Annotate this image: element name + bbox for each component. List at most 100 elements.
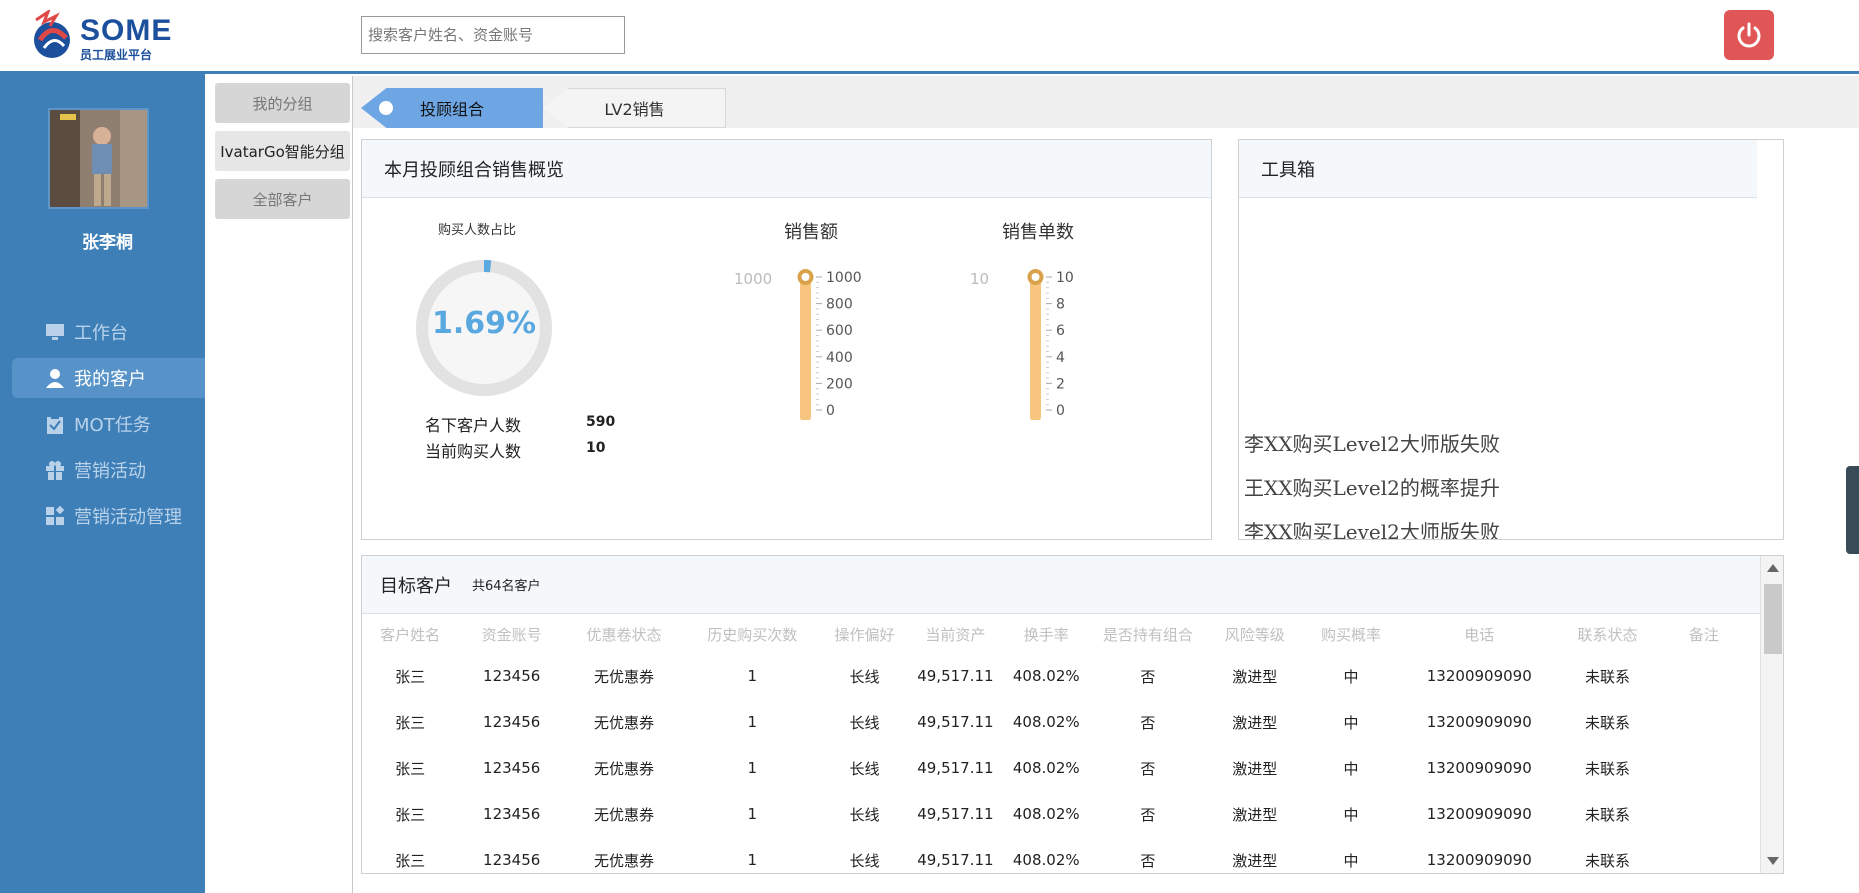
table-cell: 中 bbox=[1343, 805, 1359, 824]
sales-amount-gauge: 1000 1000 800 600 400 200 0 bbox=[734, 269, 862, 420]
table-row[interactable]: 张三 123456 无优惠券 1 长线 49,517.11 408.02% 否 激进型 中 1320… bbox=[362, 699, 1752, 745]
column-header[interactable]: 是否持有组合 bbox=[1089, 615, 1207, 653]
nav-item-workbench[interactable]: 工作台 bbox=[12, 312, 205, 352]
group-ivatargo[interactable]: IvatarGo智能分组 bbox=[215, 131, 350, 171]
table-cell: 123456 bbox=[483, 851, 541, 869]
table-row[interactable]: 张三 123456 无优惠券 1 长线 49,517.11 408.02% 否 激进型 中 1320… bbox=[362, 653, 1752, 699]
table-cell: 无优惠券 bbox=[593, 851, 654, 870]
table-cell: 中 bbox=[1343, 713, 1359, 732]
monitor-icon bbox=[46, 324, 64, 340]
toolbox-line: 王XX购买Level2的概率提升 bbox=[1244, 476, 1500, 500]
tab-portfolio[interactable]: 投顾组合 bbox=[361, 88, 543, 128]
tab-bar: 投顾组合 LV2销售 bbox=[353, 76, 1859, 128]
nav-item-mot-tasks[interactable]: MOT任务 bbox=[12, 404, 205, 444]
table-cell: 49,517.11 bbox=[917, 759, 994, 777]
column-header[interactable]: 风险等级 bbox=[1207, 615, 1303, 653]
target-customers-panel: 目标客户 共64名客户 客户姓名 资金账号 优惠卷状态 历史购买次数 操作偏好 当前资产换… bbox=[361, 555, 1784, 874]
column-header[interactable]: 历史购买次数 bbox=[683, 615, 822, 653]
panel-title: 本月投顾组合销售概览 bbox=[362, 140, 1211, 198]
table-row[interactable]: 张三 123456 无优惠券 1 长线 49,517.11 408.02% 否 激进型 中 1320… bbox=[362, 791, 1752, 837]
table-cell: 未联系 bbox=[1585, 759, 1631, 778]
avatar-photo bbox=[50, 110, 147, 207]
gift-icon bbox=[46, 461, 64, 480]
nav-label: 工作台 bbox=[74, 323, 128, 344]
sales-count-bar bbox=[1030, 274, 1041, 420]
table-cell: 激进型 bbox=[1232, 759, 1278, 778]
amount-tick-label: 600 bbox=[826, 323, 853, 339]
app-root: SOME 员工展业平台 张李桐 bbox=[0, 0, 1859, 893]
table-cell bbox=[1656, 837, 1752, 883]
toolbox-line: 李XX购买Level2大师版失败 bbox=[1244, 520, 1500, 539]
table-cell: 张三 bbox=[395, 851, 426, 870]
avatar[interactable] bbox=[48, 108, 149, 209]
side-widget-tab[interactable] bbox=[1846, 466, 1859, 554]
column-header[interactable]: 换手率 bbox=[1004, 615, 1090, 653]
logo-title: SOME bbox=[80, 14, 173, 47]
logo-mark-icon bbox=[34, 10, 70, 58]
column-header[interactable]: 联系状态 bbox=[1559, 615, 1655, 653]
toolbox-feed[interactable]: 李XX购买Level2大师版失败 王XX购买Level2的概率提升 李XX购买L… bbox=[1239, 198, 1783, 539]
amount-tick-label: 0 bbox=[826, 403, 835, 419]
amount-tick-label: 200 bbox=[826, 376, 853, 392]
table-cell: 408.02% bbox=[1012, 759, 1080, 777]
table-cell: 否 bbox=[1140, 759, 1156, 778]
table-cell: 无优惠券 bbox=[593, 805, 654, 824]
column-header[interactable]: 购买概率 bbox=[1303, 615, 1399, 653]
sidebar: 张李桐 工作台 我的客户 MOT任务 营销活动 营销活动管理 bbox=[0, 74, 205, 893]
table-scrollbar[interactable] bbox=[1760, 556, 1783, 873]
sales-count-current: 10 bbox=[970, 270, 989, 288]
nav-item-my-customers[interactable]: 我的客户 bbox=[12, 358, 205, 398]
table-cell: 激进型 bbox=[1232, 667, 1278, 686]
table-cell: 未联系 bbox=[1585, 667, 1631, 686]
group-all-customers[interactable]: 全部客户 bbox=[215, 179, 350, 219]
logout-button[interactable] bbox=[1724, 10, 1774, 60]
table-cell: 408.02% bbox=[1012, 667, 1080, 685]
table-cell: 张三 bbox=[395, 805, 426, 824]
table-cell: 123456 bbox=[483, 713, 541, 731]
nav-label: 营销活动管理 bbox=[74, 507, 182, 528]
buyers-label: 当前购买人数 bbox=[425, 442, 522, 461]
table-cell: 长线 bbox=[849, 805, 880, 824]
sales-count-title: 销售单数 bbox=[1002, 222, 1074, 243]
table-row[interactable]: 张三 123456 无优惠券 1 长线 49,517.11 408.02% 否 激进型 中 1320… bbox=[362, 837, 1752, 883]
nav-item-marketing-manage[interactable]: 营销活动管理 bbox=[12, 496, 205, 536]
column-header[interactable]: 电话 bbox=[1399, 615, 1559, 653]
sales-amount-bar bbox=[800, 274, 811, 420]
column-header[interactable]: 资金账号 bbox=[458, 615, 565, 653]
tab-lv2-sales[interactable]: LV2销售 bbox=[543, 88, 726, 128]
table-cell: 张三 bbox=[395, 759, 426, 778]
nav-label: 营销活动 bbox=[74, 461, 146, 482]
column-header[interactable]: 备注 bbox=[1656, 615, 1752, 653]
count-tick-label: 10 bbox=[1056, 270, 1074, 286]
column-header[interactable]: 当前资产 bbox=[907, 615, 1003, 653]
table-cell: 无优惠券 bbox=[593, 759, 654, 778]
toolbox-title: 工具箱 bbox=[1239, 140, 1757, 198]
search-input[interactable] bbox=[361, 16, 625, 54]
table-cell bbox=[1656, 699, 1752, 745]
grid-apps-icon bbox=[46, 506, 65, 525]
group-my-groups[interactable]: 我的分组 bbox=[215, 83, 350, 123]
column-header[interactable]: 客户姓名 bbox=[362, 615, 458, 653]
column-header[interactable]: 优惠卷状态 bbox=[565, 615, 683, 653]
table-cell: 1 bbox=[747, 713, 758, 731]
table-cell: 否 bbox=[1140, 805, 1156, 824]
sales-amount-current: 1000 bbox=[734, 270, 772, 288]
table-cell: 408.02% bbox=[1012, 851, 1080, 869]
table-cell: 否 bbox=[1140, 851, 1156, 870]
column-header[interactable]: 操作偏好 bbox=[822, 615, 908, 653]
table-cell: 无优惠券 bbox=[593, 713, 654, 732]
customer-table: 客户姓名 资金账号 优惠卷状态 历史购买次数 操作偏好 当前资产 换手率 是否持有组合 风险等级… bbox=[362, 615, 1752, 883]
table-cell: 49,517.11 bbox=[917, 805, 994, 823]
toolbox-line: 李XX购买Level2大师版失败 bbox=[1244, 432, 1500, 456]
scroll-up-icon[interactable] bbox=[1767, 564, 1779, 572]
table-row[interactable]: 张三 123456 无优惠券 1 长线 49,517.11 408.02% 否 激进型 中 1320… bbox=[362, 745, 1752, 791]
table-cell: 未联系 bbox=[1585, 851, 1631, 870]
target-count: 共64名客户 bbox=[472, 579, 541, 594]
customers-label: 名下客户人数 bbox=[425, 416, 522, 435]
nav-item-marketing[interactable]: 营销活动 bbox=[12, 450, 205, 490]
count-tick-label: 6 bbox=[1056, 323, 1065, 339]
table-cell: 49,517.11 bbox=[917, 667, 994, 685]
scroll-down-icon[interactable] bbox=[1767, 857, 1779, 865]
table-cell: 激进型 bbox=[1232, 851, 1278, 870]
scroll-thumb[interactable] bbox=[1764, 584, 1782, 654]
